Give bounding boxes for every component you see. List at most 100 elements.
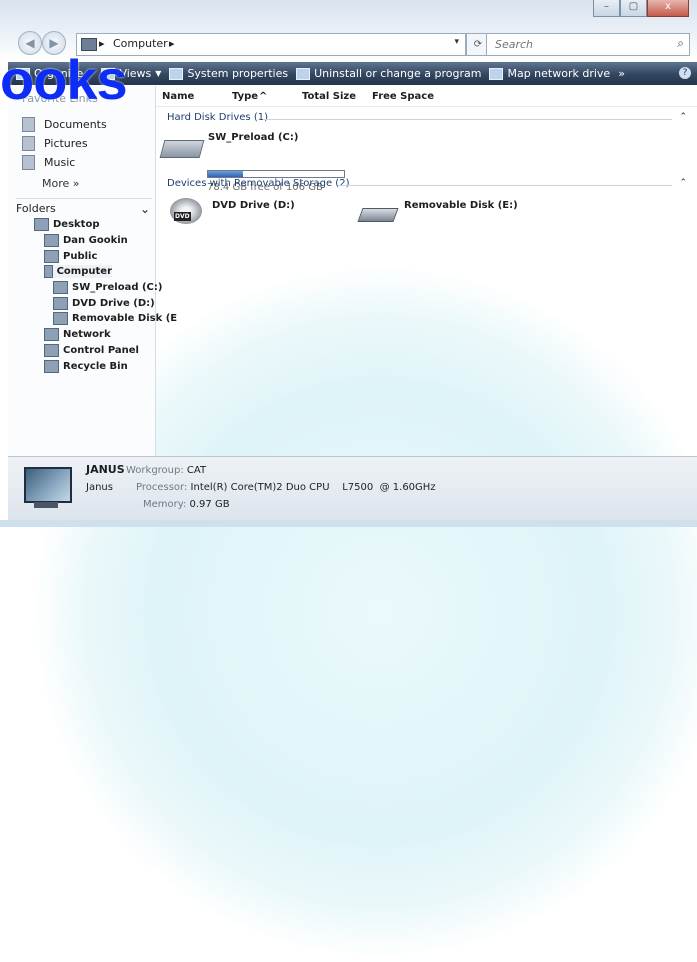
hard-disk-icon (159, 132, 205, 162)
system-properties-label: System properties (187, 67, 289, 80)
computer-description: Janus (86, 482, 113, 493)
tree-network-label: Network (63, 329, 111, 340)
collapse-icon[interactable]: ⌃ (679, 112, 687, 122)
search-input[interactable] (493, 37, 667, 52)
computer-monitor-icon (24, 467, 72, 503)
music-icon (22, 155, 35, 170)
drive-d[interactable]: DVD DVD Drive (D:) (166, 196, 316, 236)
removable-disk-icon (357, 196, 399, 226)
tree-c-drive[interactable]: SW_Preload (C:) (53, 281, 162, 294)
favorite-pictures-label: Pictures (44, 137, 88, 150)
drive-c-usage-bar (207, 170, 345, 178)
tree-d-drive-label: DVD Drive (D:) (72, 298, 155, 309)
removable-disk-icon (53, 312, 68, 325)
hard-disk-icon (53, 281, 68, 294)
column-type[interactable]: Type (232, 91, 258, 102)
group-removable-storage[interactable]: Devices with Removable Storage (2) (167, 178, 349, 189)
favorite-pictures[interactable]: Pictures (22, 136, 88, 151)
tree-recycle-bin-label: Recycle Bin (63, 361, 128, 372)
workgroup-row: Workgroup: CAT (126, 465, 206, 476)
system-properties-icon (169, 67, 184, 80)
drive-e[interactable]: Removable Disk (E:) (357, 196, 558, 236)
user-folder-icon (44, 234, 59, 247)
watermark-text: ooks (0, 48, 128, 111)
folders-label: Folders (16, 202, 56, 215)
system-properties-button[interactable]: System properties (169, 67, 288, 80)
minimize-button[interactable]: – (593, 0, 620, 17)
column-total-size[interactable]: Total Size (302, 91, 356, 102)
workgroup-value: CAT (186, 465, 207, 476)
tree-dan-gookin-label: Dan Gookin (63, 235, 128, 246)
tree-d-drive[interactable]: DVD Drive (D:) (53, 297, 155, 310)
group-hard-disk-drives[interactable]: Hard Disk Drives (1) (167, 112, 268, 123)
processor-value: Intel(R) Core(TM)2 Duo CPU L7500 @ 1.60G… (190, 482, 436, 493)
search-icon[interactable]: ⌕ (677, 36, 684, 51)
workgroup-label: Workgroup: (126, 465, 184, 476)
favorite-documents-label: Documents (44, 118, 107, 131)
drive-e-name: Removable Disk (E:) (404, 200, 518, 211)
tree-computer[interactable]: Computer (44, 265, 112, 278)
help-icon[interactable]: ? (679, 67, 691, 79)
window-frame-bottom (0, 520, 697, 527)
file-list: Hard Disk Drives (1) ⌃ SW_Preload (C:) 7… (156, 106, 697, 456)
tree-c-drive-label: SW_Preload (C:) (72, 282, 163, 293)
tree-control-panel[interactable]: Control Panel (44, 344, 139, 357)
sort-arrow-icon: ^ (259, 91, 268, 102)
uninstall-program-button[interactable]: Uninstall or change a program (296, 67, 481, 80)
uninstall-label: Uninstall or change a program (314, 67, 482, 80)
documents-icon (22, 117, 35, 132)
address-bar[interactable]: ▸ Computer ▸ ▾ (76, 33, 466, 56)
network-icon (44, 328, 59, 341)
drive-d-name: DVD Drive (D:) (212, 200, 295, 211)
toolbar-overflow-button[interactable]: » (618, 67, 625, 80)
maximize-button[interactable]: ▢ (620, 0, 647, 17)
dvd-drive-icon: DVD (166, 196, 206, 226)
drive-c-usage-fill (208, 171, 244, 177)
favorite-documents[interactable]: Documents (22, 117, 107, 132)
folders-header[interactable]: Folders ⌄ (16, 198, 152, 216)
tree-public-label: Public (63, 251, 98, 262)
tree-desktop[interactable]: Desktop (34, 218, 100, 231)
tree-dan-gookin[interactable]: Dan Gookin (44, 234, 128, 247)
tree-public[interactable]: Public (44, 250, 97, 263)
details-pane: JANUS Workgroup: CAT Janus Processor: In… (8, 456, 697, 521)
column-free-space[interactable]: Free Space (372, 91, 434, 102)
memory-row: Memory: 0.97 GB (143, 499, 230, 510)
address-trailing-arrow[interactable]: ▸ (169, 37, 175, 50)
navigation-pane: Favorite Links Documents Pictures Music … (8, 86, 177, 456)
network-drive-icon (489, 67, 504, 80)
monitor-stand (34, 502, 58, 508)
control-panel-icon (44, 344, 59, 357)
memory-label: Memory: (143, 499, 187, 510)
dvd-icon (53, 297, 68, 310)
favorite-music[interactable]: Music (22, 155, 75, 170)
tree-control-panel-label: Control Panel (63, 345, 139, 356)
tree-recycle-bin[interactable]: Recycle Bin (44, 360, 128, 373)
address-dropdown-icon[interactable]: ▾ (454, 37, 459, 47)
dvd-badge: DVD (174, 212, 191, 221)
uninstall-icon (296, 67, 311, 80)
recycle-bin-icon (44, 360, 59, 373)
column-name[interactable]: Name (162, 91, 194, 102)
tree-network[interactable]: Network (44, 328, 111, 341)
tree-computer-label: Computer (56, 266, 112, 277)
computer-name: JANUS (86, 463, 125, 476)
map-network-drive-label: Map network drive (507, 67, 611, 80)
close-button[interactable]: x (647, 0, 689, 17)
map-network-drive-button[interactable]: Map network drive (489, 67, 610, 80)
more-links[interactable]: More » (42, 177, 80, 190)
pictures-icon (22, 136, 35, 151)
search-box[interactable]: ⌕ (486, 33, 690, 56)
desktop-icon (34, 218, 49, 231)
processor-label: Processor: (136, 482, 188, 493)
overflow-icon: » (618, 67, 625, 80)
folders-chevron-icon: ⌄ (139, 202, 150, 216)
processor-row: Processor: Intel(R) Core(TM)2 Duo CPU L7… (136, 482, 436, 493)
group-divider (264, 119, 672, 120)
favorite-music-label: Music (44, 156, 76, 169)
caption-buttons: – ▢ x (593, 0, 689, 17)
collapse-icon[interactable]: ⌃ (679, 178, 687, 188)
column-headers: Name Type ^ Total Size Free Space (156, 86, 697, 107)
public-folder-icon (44, 250, 59, 263)
tree-desktop-label: Desktop (53, 219, 100, 230)
